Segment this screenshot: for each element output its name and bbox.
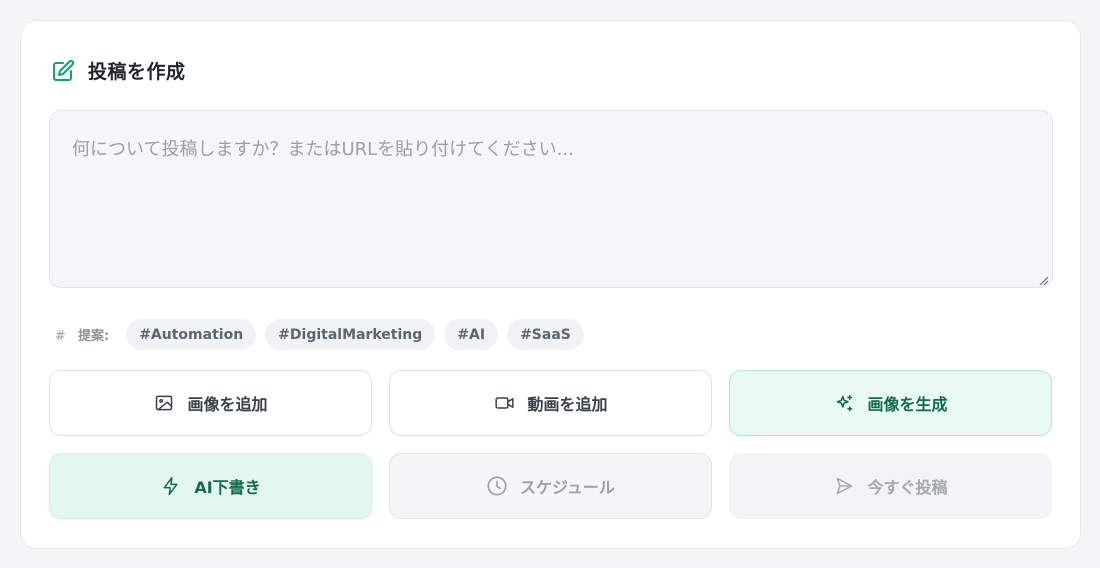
- post-content-input[interactable]: [49, 110, 1053, 288]
- card-header: 投稿を作成: [51, 57, 186, 84]
- ai-draft-button[interactable]: AI下書き: [49, 453, 372, 519]
- hashtag-suggestions: # 提案: #Automation #DigitalMarketing #AI …: [55, 319, 584, 350]
- generate-image-button[interactable]: 画像を生成: [729, 370, 1052, 436]
- hashtag-chip[interactable]: #Automation: [126, 319, 257, 350]
- send-icon: [833, 475, 855, 497]
- edit-icon: [51, 59, 75, 83]
- add-video-label: 動画を追加: [527, 395, 608, 414]
- clock-icon: [486, 475, 508, 497]
- create-post-card: 投稿を作成 # 提案: #Automation #DigitalMarketin…: [20, 20, 1081, 549]
- video-icon: [493, 392, 515, 414]
- suggestions-label: 提案:: [78, 329, 110, 344]
- resize-handle[interactable]: [1037, 271, 1049, 286]
- post-now-label: 今すぐ投稿: [867, 478, 948, 497]
- hashtag-chip[interactable]: #AI: [444, 319, 499, 350]
- schedule-button[interactable]: スケジュール: [389, 453, 712, 519]
- schedule-label: スケジュール: [520, 478, 615, 497]
- lightning-icon: [160, 475, 182, 497]
- add-image-button[interactable]: 画像を追加: [49, 370, 372, 436]
- ai-draft-label: AI下書き: [194, 478, 261, 497]
- post-now-button[interactable]: 今すぐ投稿: [729, 453, 1052, 519]
- hash-icon: #: [55, 329, 66, 344]
- generate-image-label: 画像を生成: [867, 395, 948, 414]
- hashtag-chip[interactable]: #DigitalMarketing: [265, 319, 436, 350]
- add-video-button[interactable]: 動画を追加: [389, 370, 712, 436]
- add-image-label: 画像を追加: [187, 395, 268, 414]
- image-icon: [153, 392, 175, 414]
- page-title: 投稿を作成: [88, 61, 186, 83]
- hashtag-chip[interactable]: #SaaS: [507, 319, 584, 350]
- sparkles-icon: [833, 392, 855, 414]
